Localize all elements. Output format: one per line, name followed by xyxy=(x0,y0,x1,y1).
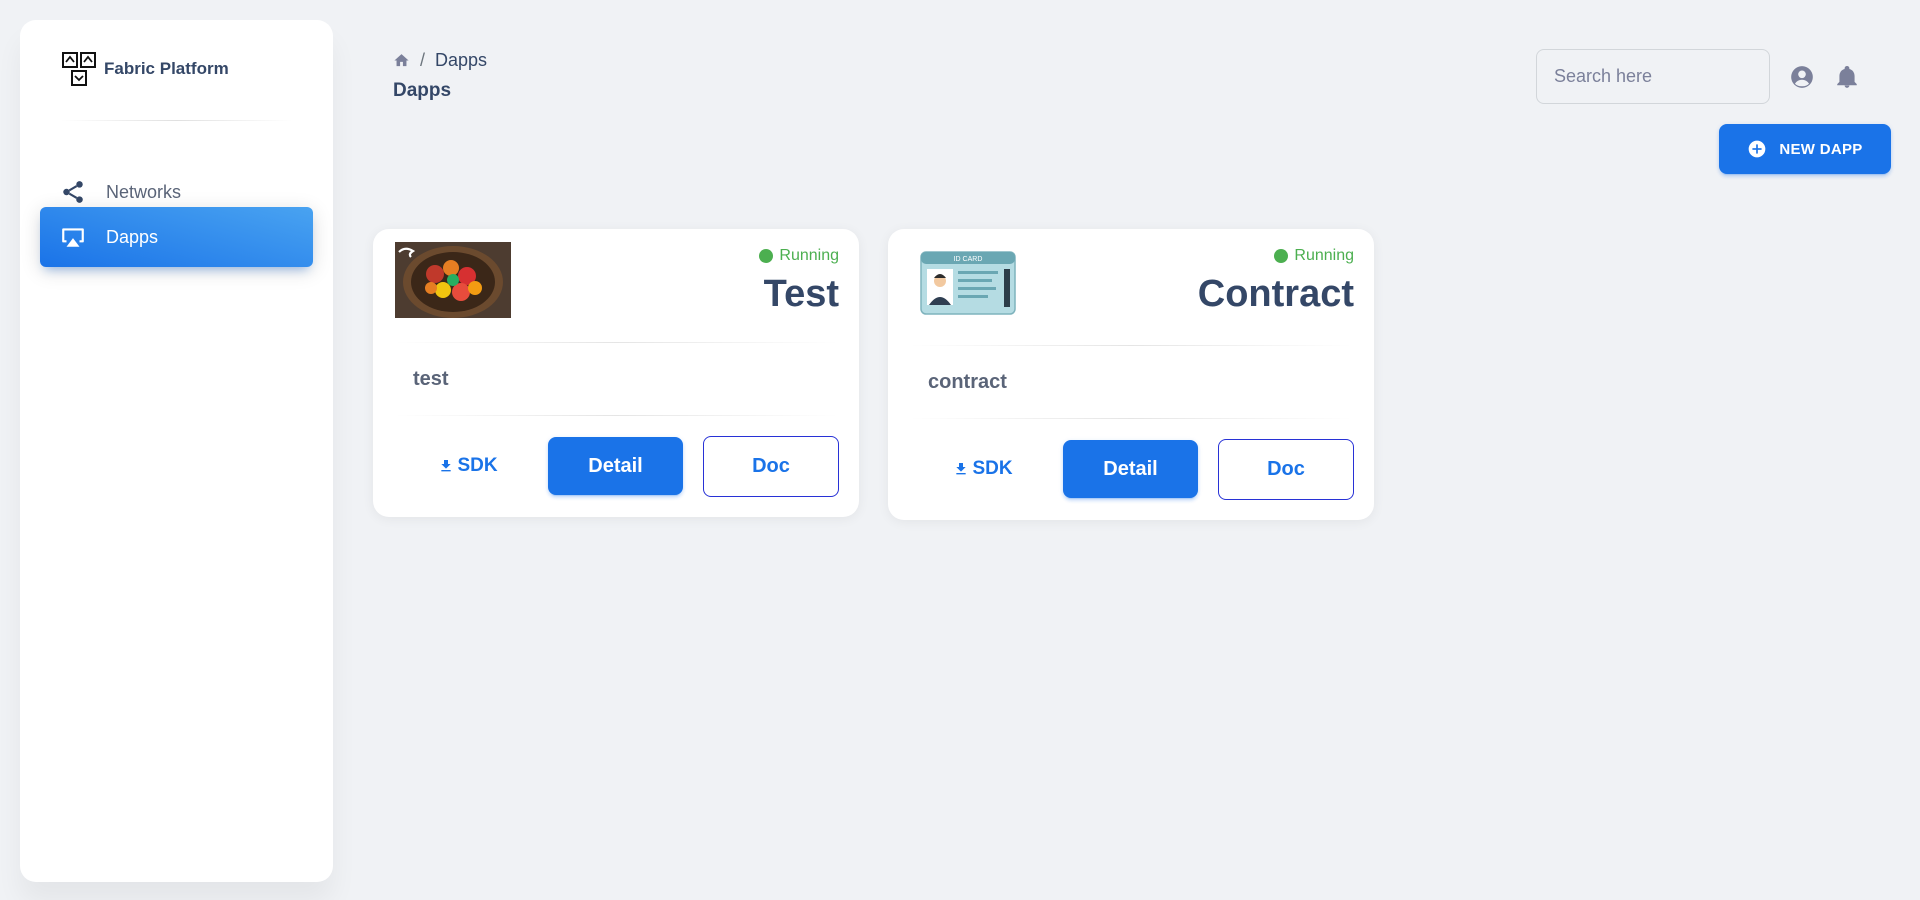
search-input[interactable] xyxy=(1536,49,1770,104)
detail-button[interactable]: Detail xyxy=(548,437,683,495)
sidebar-item-dapps[interactable]: Dapps xyxy=(40,207,313,267)
dapp-name: Contract xyxy=(1197,273,1354,315)
dapp-name: Test xyxy=(763,273,839,315)
status-badge: Running xyxy=(759,247,839,265)
sdk-label: SDK xyxy=(457,455,498,476)
card-divider xyxy=(393,342,839,343)
download-icon xyxy=(956,463,967,475)
detail-button[interactable]: Detail xyxy=(1063,440,1198,498)
dapp-description: test xyxy=(413,368,449,390)
brand[interactable]: Fabric Platform xyxy=(60,50,229,88)
status-dot xyxy=(1274,249,1289,263)
doc-button[interactable]: Doc xyxy=(1218,439,1354,500)
status-label: Running xyxy=(779,247,839,264)
status-dot xyxy=(759,249,774,263)
sidebar: Fabric Platform Networks Dapps xyxy=(20,20,333,882)
card-divider xyxy=(393,415,839,416)
doc-button[interactable]: Doc xyxy=(703,436,839,497)
sdk-download-button[interactable]: SDK xyxy=(928,440,1038,498)
sdk-download-button[interactable]: SDK xyxy=(413,437,523,495)
brand-name: Fabric Platform xyxy=(104,59,229,78)
card-divider xyxy=(908,345,1354,346)
dapp-card: Running Test test SDK Detail Doc xyxy=(373,229,859,517)
card-divider xyxy=(908,418,1354,419)
share-icon xyxy=(63,181,83,203)
sidebar-item-label: Dapps xyxy=(106,226,159,247)
fabric-logo-icon xyxy=(62,52,96,86)
sidebar-item-label: Networks xyxy=(106,181,182,202)
status-badge: Running xyxy=(1274,247,1354,265)
fruit-bowl-image xyxy=(395,242,511,318)
sidebar-divider xyxy=(60,120,293,121)
sdk-label: SDK xyxy=(972,458,1013,479)
airplay-icon xyxy=(62,228,84,247)
status-label: Running xyxy=(1294,247,1354,264)
breadcrumb: / Dapps xyxy=(393,50,487,71)
account-circle-icon[interactable] xyxy=(1789,64,1815,90)
download-icon xyxy=(441,460,452,472)
page-title: Dapps xyxy=(393,80,452,101)
add-circle-icon xyxy=(1749,140,1766,158)
home-icon[interactable] xyxy=(393,52,410,69)
id-card-label: ID CARD xyxy=(954,256,983,263)
bell-icon[interactable] xyxy=(1834,64,1860,90)
new-dapp-button[interactable]: NEW DAPP xyxy=(1719,124,1891,174)
new-dapp-label: NEW DAPP xyxy=(1779,140,1863,158)
id-card-image: ID CARD xyxy=(920,251,1016,315)
dapp-card: ID CARD Running Contract contract SDK De… xyxy=(888,229,1374,520)
breadcrumb-separator: / xyxy=(420,50,426,70)
dapp-description: contract xyxy=(928,371,1007,393)
breadcrumb-current: Dapps xyxy=(435,50,488,70)
